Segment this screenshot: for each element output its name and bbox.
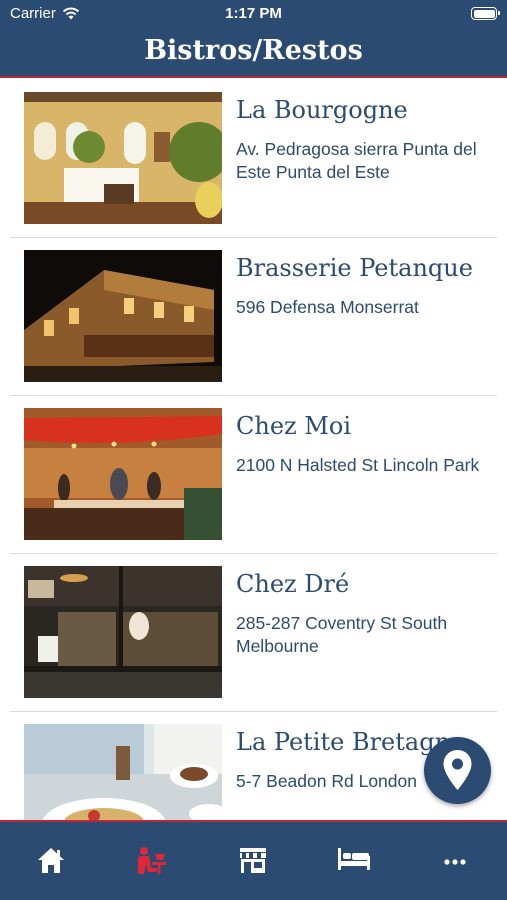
page-title: Bistros/Restos xyxy=(144,35,363,66)
tab-home[interactable] xyxy=(0,822,101,900)
restaurant-row-la-bourgogne[interactable]: La Bourgogne Av. Pedragosa sierra Punta … xyxy=(0,80,507,238)
tab-hotels[interactable] xyxy=(303,822,404,900)
restaurant-name: Brasserie Petanque xyxy=(236,254,473,282)
more-icon xyxy=(443,859,466,865)
shop-icon xyxy=(239,848,266,873)
restaurant-name: Chez Dré xyxy=(236,570,350,598)
tab-more[interactable] xyxy=(404,822,505,900)
map-button[interactable] xyxy=(424,737,491,804)
tab-shops[interactable] xyxy=(202,822,303,900)
status-bar: Carrier 1:17 PM xyxy=(0,0,507,28)
restaurant-photo xyxy=(24,250,222,382)
restaurant-photo xyxy=(24,408,222,540)
restaurant-address: Av. Pedragosa sierra Punta del Este Punt… xyxy=(236,139,477,182)
restaurant-name: Chez Moi xyxy=(236,412,351,440)
restaurant-address: 596 Defensa Monserrat xyxy=(236,297,419,317)
restaurant-icon xyxy=(137,847,166,874)
map-pin-icon xyxy=(443,750,472,790)
nav-bar: Bistros/Restos xyxy=(0,28,507,78)
restaurant-row-chez-moi[interactable]: Chez Moi 2100 N Halsted St Lincoln Park xyxy=(0,396,507,554)
restaurant-list[interactable]: La Bourgogne Av. Pedragosa sierra Punta … xyxy=(0,80,507,820)
bed-icon xyxy=(337,848,370,870)
restaurant-address: 2100 N Halsted St Lincoln Park xyxy=(236,455,480,475)
tab-restaurants[interactable] xyxy=(101,822,202,900)
tab-bar xyxy=(0,820,507,900)
restaurant-name: La Bourgogne xyxy=(236,96,408,124)
home-icon xyxy=(37,848,64,873)
restaurant-photo xyxy=(24,566,222,698)
restaurant-photo xyxy=(24,92,222,224)
battery-icon xyxy=(471,7,500,20)
restaurant-photo xyxy=(24,724,222,820)
restaurant-row-chez-dre[interactable]: Chez Dré 285-287 Coventry St South Melbo… xyxy=(0,554,507,712)
restaurant-row-brasserie-petanque[interactable]: Brasserie Petanque 596 Defensa Monserrat xyxy=(0,238,507,396)
status-time: 1:17 PM xyxy=(225,5,282,22)
restaurant-address: 285-287 Coventry St South Melbourne xyxy=(236,613,448,656)
